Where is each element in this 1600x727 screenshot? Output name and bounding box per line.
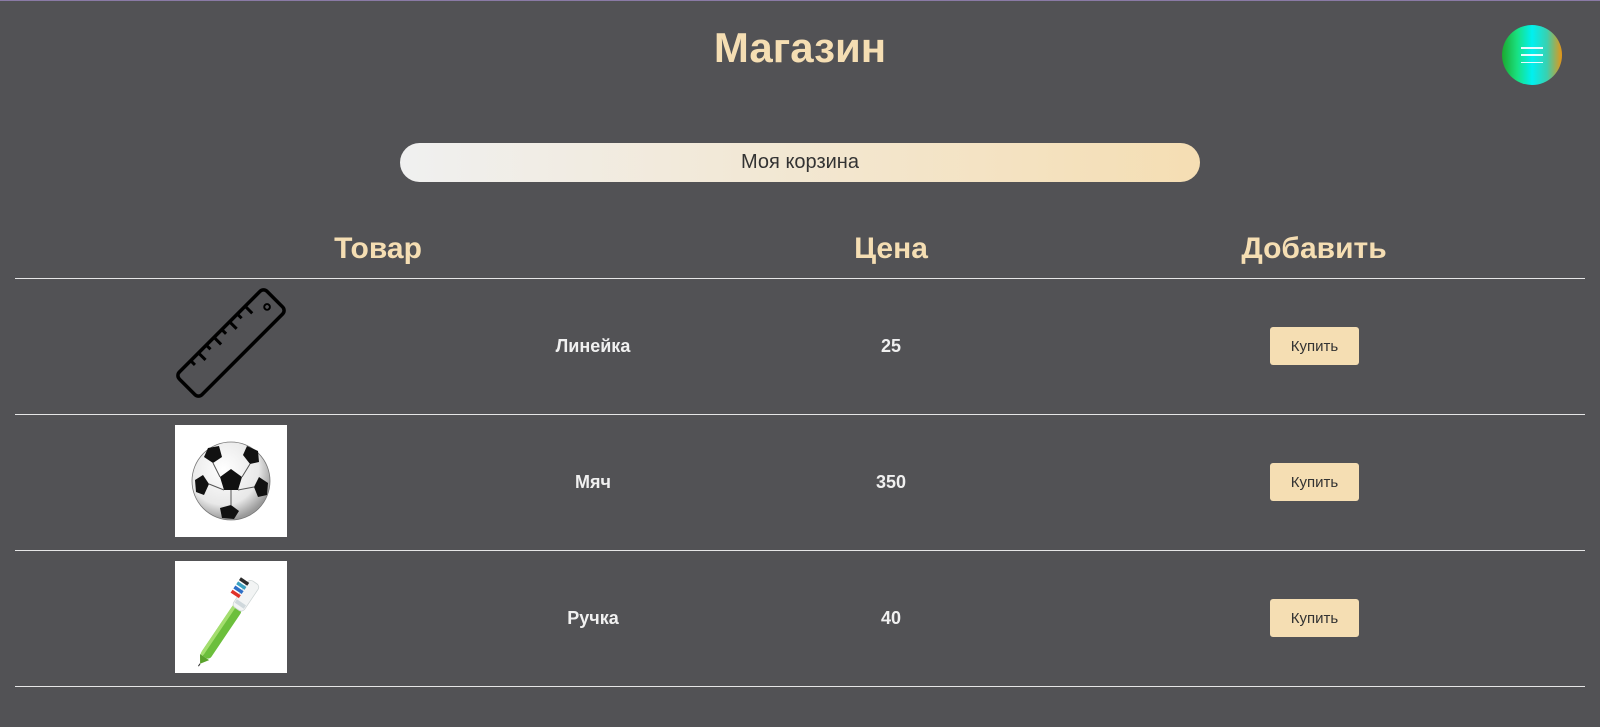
- table-row: Ручка 40 Купить: [15, 551, 1585, 687]
- cart-button[interactable]: Моя корзина: [400, 143, 1200, 182]
- table-row: Линейка 25 Купить: [15, 279, 1585, 415]
- product-price: 40: [880, 608, 902, 628]
- ruler-icon: [175, 287, 287, 399]
- column-header-product: Товар: [334, 232, 422, 265]
- soccer-ball-image: [175, 425, 287, 537]
- buy-button[interactable]: Купить: [1270, 463, 1359, 501]
- hamburger-menu-icon: [1521, 47, 1543, 63]
- product-name: Линейка: [555, 336, 631, 356]
- product-name: Ручка: [567, 608, 619, 628]
- page-title: Магазин: [713, 24, 887, 71]
- buy-button[interactable]: Купить: [1270, 599, 1359, 637]
- product-price: 25: [880, 336, 902, 356]
- table-header: Товар Цена Добавить: [15, 230, 1585, 279]
- column-header-price: Цена: [854, 232, 928, 265]
- top-border: [0, 0, 1600, 1]
- product-price: 350: [875, 472, 907, 492]
- buy-button[interactable]: Купить: [1270, 327, 1359, 365]
- pen-image: [175, 561, 287, 673]
- menu-button[interactable]: [1502, 25, 1562, 85]
- column-header-add: Добавить: [1241, 232, 1387, 265]
- table-row: Мяч 350 Купить: [15, 415, 1585, 551]
- product-name: Мяч: [575, 472, 611, 492]
